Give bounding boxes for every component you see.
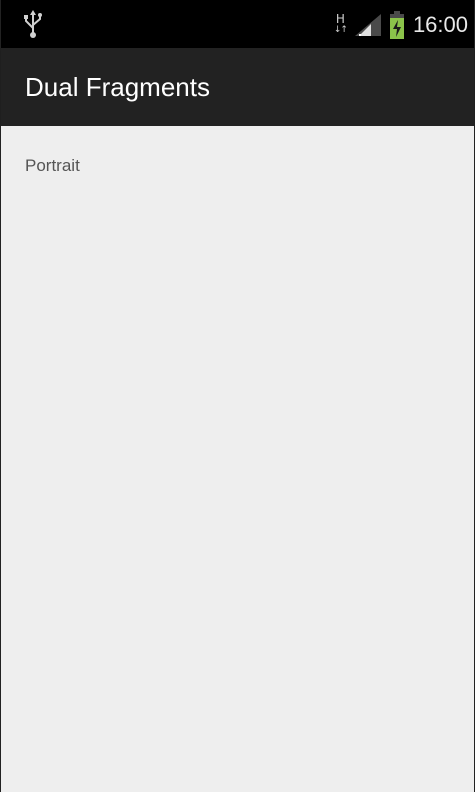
app-title: Dual Fragments (25, 72, 210, 102)
signal-icon (354, 14, 381, 36)
network-type-indicator: H ↓↑ (333, 12, 348, 36)
status-time: 16:00 (412, 12, 468, 37)
data-arrows-icon: ↓↑ (333, 25, 348, 35)
battery-charging-icon (389, 11, 404, 39)
usb-icon (24, 10, 42, 38)
action-bar: Dual Fragments (1, 48, 474, 126)
status-icons: H ↓↑ 16:00 (334, 8, 468, 42)
app-screen: H ↓↑ 16:00 Dual Fragments Portrait (0, 0, 475, 792)
orientation-label: Portrait (25, 156, 80, 175)
status-bar: H ↓↑ 16:00 (1, 0, 474, 48)
network-type-label: H (335, 12, 345, 26)
fragment-content: Portrait (1, 126, 474, 792)
